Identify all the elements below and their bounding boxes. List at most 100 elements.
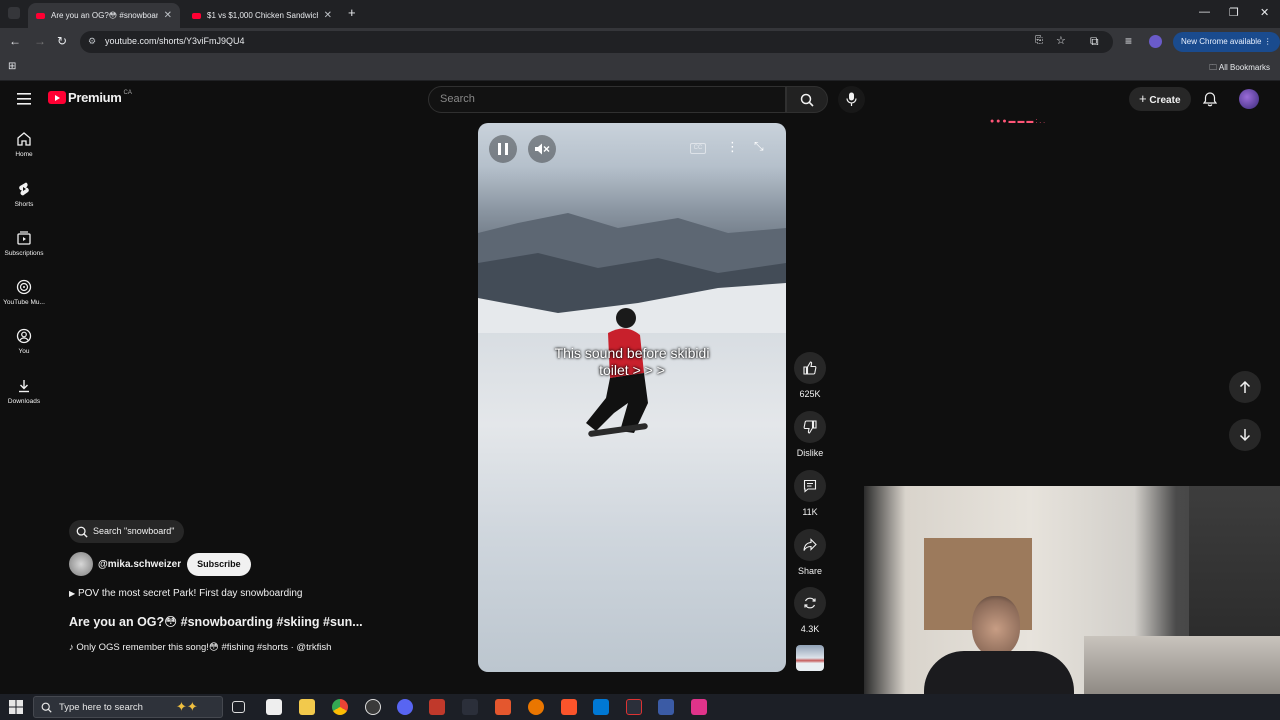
thumbs-up-icon (803, 361, 817, 375)
new-chrome-label: New Chrome available (1181, 37, 1262, 46)
close-tab-icon[interactable]: ✕ (164, 10, 172, 21)
vscode-icon[interactable] (593, 699, 609, 715)
more-options-icon[interactable]: ⋮ (726, 139, 739, 155)
share-label: Share (797, 566, 823, 576)
install-icon[interactable]: ⎘ (1035, 35, 1043, 46)
restore-icon[interactable]: ❐ (1229, 6, 1239, 19)
video-title[interactable]: Are you an OG?😳 #snowboarding #skiing #s… (69, 614, 379, 629)
channel-name[interactable]: @mika.schweizer (98, 559, 181, 570)
close-window-icon[interactable]: ✕ (1260, 6, 1269, 19)
new-chrome-button[interactable]: New Chrome available ⋮ (1173, 32, 1280, 52)
discord-icon[interactable] (397, 699, 413, 715)
browser-tab-strip: Are you an OG?😳 #snowboarding ✕ $1 vs $1… (0, 0, 1280, 28)
sidebar-item-subscriptions[interactable]: Subscriptions (0, 230, 48, 257)
hamburger-menu-icon[interactable] (17, 93, 31, 105)
next-short-button[interactable] (1229, 419, 1261, 451)
sidebar-item-home[interactable]: Home (0, 131, 48, 158)
comments-button[interactable]: 11K (794, 470, 826, 517)
channel-avatar[interactable] (69, 552, 93, 576)
shorts-icon (19, 182, 29, 196)
thumbs-down-icon (803, 420, 817, 434)
app-orange-icon[interactable] (495, 699, 511, 715)
like-button[interactable]: 625K (794, 352, 826, 399)
address-bar[interactable]: ⚙ youtube.com/shorts/Y3viFmJ9QU4 ⎘ ☆ (80, 31, 1113, 53)
subscribe-button[interactable]: Subscribe (187, 552, 251, 576)
country-code: CA (123, 89, 132, 96)
app-pink-icon[interactable] (691, 699, 707, 715)
search-box[interactable] (428, 86, 786, 113)
minimize-icon[interactable]: — (1199, 6, 1210, 18)
sidebar-item-downloads[interactable]: Downloads (0, 378, 48, 405)
tab-title: $1 vs $1,000 Chicken Sandwich (207, 11, 318, 20)
taskbar-search-placeholder: Type here to search (59, 702, 143, 713)
person-head (972, 596, 1020, 656)
app-rl-icon[interactable] (658, 699, 674, 715)
forward-icon[interactable]: → (34, 34, 46, 48)
youtube-header: Premium CA + Create (0, 81, 1280, 121)
arrow-up-icon (1239, 380, 1251, 393)
remix-button[interactable]: 4.3K (794, 587, 826, 634)
music-note-icon: ♪ (69, 642, 74, 653)
share-button[interactable]: Share (794, 529, 826, 576)
dislike-circle (794, 411, 826, 443)
apps-grid-icon[interactable]: ⊞ (8, 61, 16, 72)
back-icon[interactable]: ← (9, 34, 21, 48)
search-button[interactable] (786, 86, 828, 113)
capcut-icon[interactable] (266, 699, 282, 715)
pause-button[interactable] (489, 135, 517, 163)
capcut-x-icon[interactable] (626, 699, 642, 715)
search-input[interactable] (440, 93, 760, 105)
sidebar-item-shorts[interactable]: Shorts (0, 181, 48, 208)
task-view-icon[interactable] (232, 701, 245, 713)
close-tab-icon[interactable]: ✕ (324, 10, 332, 21)
sidebar-item-youtube-music[interactable]: YouTube Mu... (0, 279, 48, 306)
captions-icon[interactable]: CC (690, 143, 706, 154)
voicemeeter-icon[interactable] (429, 699, 445, 715)
site-info-icon[interactable]: ⚙ (88, 36, 96, 47)
logo-text: Premium (68, 90, 122, 105)
playlist-link[interactable]: ▶ POV the most secret Park! First day sn… (69, 588, 302, 599)
bookmarks-bar: ⊞ 🗀 All Bookmarks (0, 56, 1280, 81)
previous-short-button[interactable] (1229, 371, 1261, 403)
extensions-icon[interactable]: ⧉ (1090, 34, 1099, 49)
new-tab-icon[interactable]: + (348, 5, 356, 20)
create-button[interactable]: + Create (1129, 87, 1191, 111)
sparkle-icon: ✦✦ (176, 699, 198, 714)
tab-inactive[interactable]: $1 vs $1,000 Chicken Sandwich ✕ (184, 3, 340, 28)
tab-search-icon[interactable] (8, 7, 20, 19)
remix-count: 4.3K (800, 624, 820, 634)
windows-start-icon[interactable] (9, 700, 23, 714)
short-video-player[interactable]: CC ⋮ ⤡ This sound before skibidi toilet … (478, 123, 786, 672)
file-explorer-icon[interactable] (299, 699, 315, 715)
sidebar-item-you[interactable]: You (0, 328, 48, 355)
profile-icon[interactable] (1149, 35, 1162, 48)
notifications-bell-icon[interactable] (1203, 92, 1217, 107)
all-bookmarks[interactable]: 🗀 All Bookmarks (1209, 62, 1270, 76)
dislike-button[interactable]: Dislike (794, 411, 826, 458)
search-chip-label: Search "snowboard" (93, 526, 175, 536)
sound-thumbnail[interactable] (796, 645, 824, 671)
brave-icon[interactable] (561, 699, 577, 715)
taskbar-search-box[interactable]: Type here to search ✦✦ (33, 696, 223, 718)
sidebar-item-label: Shorts (14, 201, 34, 208)
reading-list-icon[interactable]: ≡ (1125, 34, 1132, 48)
voice-search-button[interactable] (838, 86, 865, 113)
mute-button[interactable] (528, 135, 556, 163)
music-text: Only OGS remember this song!😳 #fishing #… (76, 642, 332, 653)
account-avatar[interactable] (1239, 89, 1259, 109)
chrome-icon[interactable] (332, 699, 348, 715)
app-x-icon[interactable] (462, 699, 478, 715)
music-row[interactable]: ♪ Only OGS remember this song!😳 #fishing… (69, 642, 369, 653)
obs-icon[interactable] (365, 699, 381, 715)
youtube-premium-logo[interactable]: Premium CA (48, 90, 132, 105)
url-text: youtube.com/shorts/Y3viFmJ9QU4 (105, 36, 245, 46)
sidebar-item-label: YouTube Mu... (3, 299, 45, 306)
bed-sheet (1084, 636, 1280, 694)
fullscreen-icon[interactable]: ⤡ (754, 139, 764, 154)
bookmark-star-icon[interactable]: ☆ (1056, 34, 1066, 47)
all-bookmarks-label: All Bookmarks (1218, 63, 1270, 72)
reload-icon[interactable]: ↻ (57, 34, 67, 48)
tab-active[interactable]: Are you an OG?😳 #snowboarding ✕ (28, 3, 180, 28)
blender-icon[interactable] (528, 699, 544, 715)
search-suggestion-chip[interactable]: Search "snowboard" (69, 520, 185, 543)
